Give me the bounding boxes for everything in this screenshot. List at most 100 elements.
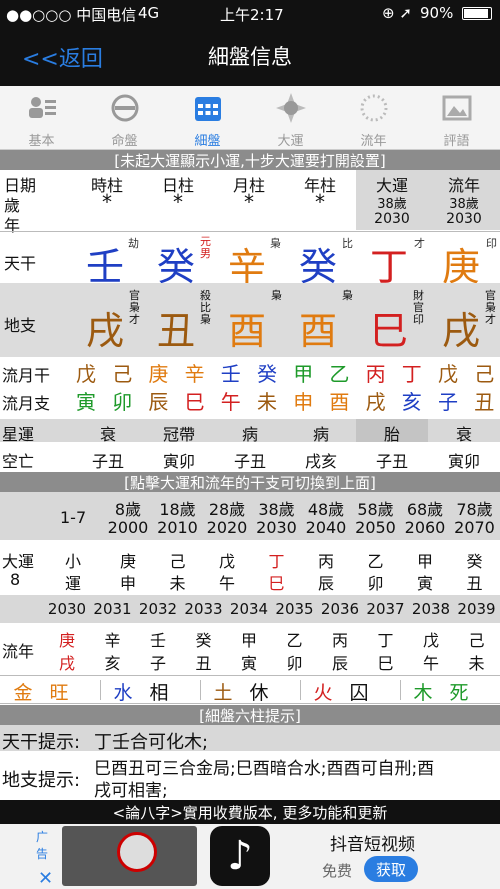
dayun-start-year: 2010 bbox=[157, 518, 198, 537]
liunian-year: 2034 bbox=[229, 600, 269, 618]
liuyue-stem: 己 bbox=[474, 362, 495, 386]
tab-detail[interactable]: 細盤 bbox=[166, 86, 249, 150]
liunian-branch[interactable]: 巳 bbox=[363, 650, 409, 674]
liunian-stem[interactable]: 癸 bbox=[181, 627, 227, 651]
dayun-branch-note: 財官印 bbox=[413, 289, 424, 326]
liunian-branch[interactable]: 子 bbox=[135, 650, 181, 674]
tab-basic[interactable]: 基本 bbox=[0, 86, 83, 150]
dayun-branch[interactable]: 巳 bbox=[364, 300, 414, 355]
tab-liunian[interactable]: 流年 bbox=[332, 86, 415, 150]
carrier: ●●○○○ 中国电信 bbox=[6, 6, 137, 24]
dayun-start-year: 2020 bbox=[206, 518, 248, 537]
get-button[interactable]: 获取 bbox=[364, 856, 418, 882]
liuyue-branch: 午 bbox=[220, 390, 241, 414]
liunian-year: 2037 bbox=[366, 600, 405, 618]
liunian-stem[interactable]: 戊 bbox=[408, 627, 454, 651]
liunian-year: 2030 bbox=[446, 211, 482, 227]
tab-label: 評語 bbox=[443, 134, 470, 149]
liunian-branch[interactable]: 戌 bbox=[436, 300, 486, 355]
dayun-stem[interactable]: 丁 bbox=[253, 548, 301, 572]
liunian-stem[interactable]: 辛 bbox=[90, 627, 136, 651]
liunian-branch[interactable]: 戌 bbox=[44, 650, 90, 674]
liuyue-stem: 己 bbox=[112, 362, 133, 386]
tab-chart[interactable]: 命盤 bbox=[83, 86, 166, 150]
dayun-stem[interactable]: 己 bbox=[154, 548, 202, 572]
tab-comment[interactable]: 評語 bbox=[415, 86, 498, 150]
dayun-branch[interactable]: 未 bbox=[154, 570, 202, 594]
dayun-branch[interactable]: 丑 bbox=[451, 570, 499, 594]
kongwang-value: 寅卯 bbox=[447, 452, 480, 471]
tab-label: 流年 bbox=[360, 134, 387, 149]
ad-banner[interactable]: 广告 ✕ ♪ 抖音短视频 免费 获取 bbox=[0, 824, 500, 889]
day-stem-note: 元男 bbox=[200, 235, 211, 260]
dayun-stem[interactable]: 丙 bbox=[302, 548, 350, 572]
dayun-stem[interactable]: 甲 bbox=[401, 548, 449, 572]
tab-bar: 基本 命盤 細盤 大運 流年 評語 bbox=[0, 86, 500, 150]
dayun-branch[interactable]: 巳 bbox=[253, 570, 301, 594]
liunian-year: 2039 bbox=[457, 600, 496, 618]
dayun-branch[interactable]: 辰 bbox=[302, 570, 350, 594]
liunian-branch[interactable]: 亥 bbox=[90, 650, 136, 674]
dayun-stem[interactable]: 庚 bbox=[104, 548, 152, 572]
picture-icon bbox=[442, 95, 472, 121]
xingyun-value: 衰 bbox=[99, 425, 116, 444]
dayun-age: 8歲 bbox=[114, 500, 142, 519]
liuyue-stem: 壬 bbox=[220, 362, 241, 386]
liunian-stem[interactable]: 丙 bbox=[317, 627, 363, 651]
divider bbox=[0, 703, 500, 704]
battery-icon bbox=[462, 7, 492, 20]
tab-dayun[interactable]: 大運 bbox=[249, 86, 332, 150]
wuxing-divider bbox=[400, 680, 401, 700]
wuxing-element: 木 bbox=[413, 682, 433, 704]
liunian-branch[interactable]: 午 bbox=[408, 650, 454, 674]
liunian-stem[interactable]: 丁 bbox=[363, 627, 409, 651]
liuyue-stem: 戊 bbox=[76, 362, 96, 386]
liuyue-stem: 辛 bbox=[184, 362, 205, 386]
liunian-stem[interactable]: 甲 bbox=[226, 627, 272, 651]
liunian-branch[interactable]: 辰 bbox=[317, 650, 363, 674]
xingyun-value: 冠帶 bbox=[162, 425, 195, 444]
dayun-branch[interactable]: 卯 bbox=[352, 570, 400, 594]
liuyue-branch: 申 bbox=[293, 390, 314, 414]
ad-image bbox=[62, 826, 197, 886]
liuyue-branch: 未 bbox=[257, 390, 277, 414]
liunian-stem[interactable]: 庚 bbox=[44, 627, 90, 651]
liuyue-gan-label: 流月干 bbox=[2, 366, 51, 385]
liunian-year: 2030 bbox=[47, 600, 87, 618]
dayun-stem[interactable]: 戊 bbox=[203, 548, 251, 572]
xiaoyun-char[interactable]: 運 bbox=[58, 570, 88, 594]
liunian-branch[interactable]: 丑 bbox=[181, 650, 227, 674]
kongwang-value: 子丑 bbox=[233, 452, 266, 471]
dayun-age: 48歲 bbox=[307, 500, 345, 519]
upgrade-banner[interactable]: <論八字>實用收費版本, 更多功能和更新 bbox=[0, 800, 500, 824]
liunian-stem[interactable]: 己 bbox=[454, 627, 500, 651]
month-branch-note: 梟 bbox=[271, 289, 282, 302]
close-icon[interactable]: ✕ bbox=[38, 868, 53, 889]
xiaoyun-char[interactable]: 小 bbox=[58, 548, 88, 572]
dayun-age: 38歲 bbox=[377, 197, 407, 212]
clock: 上午2:17 bbox=[220, 6, 284, 24]
liuyue-stem: 丙 bbox=[365, 362, 386, 386]
ad-free: 免费 bbox=[322, 862, 353, 880]
dayun-branch[interactable]: 寅 bbox=[401, 570, 449, 594]
liunian-year: 2036 bbox=[320, 600, 360, 618]
liunian-stem[interactable]: 乙 bbox=[272, 627, 318, 651]
dayun-year: 2030 bbox=[374, 211, 410, 227]
liunian-stem[interactable]: 壬 bbox=[135, 627, 181, 651]
liunian-branch[interactable]: 卯 bbox=[272, 650, 318, 674]
liuyue-branch: 酉 bbox=[329, 390, 350, 414]
ad-title: 抖音短视频 bbox=[330, 835, 415, 855]
month-branch: 酉 bbox=[227, 309, 266, 353]
liuyue-stem: 甲 bbox=[293, 362, 314, 386]
kongwang-label: 空亡 bbox=[2, 452, 35, 471]
liunian-branch[interactable]: 未 bbox=[454, 650, 500, 674]
lock-rotation-icon: ⊕ ➚ bbox=[382, 4, 412, 22]
dayun-branch[interactable]: 申 bbox=[104, 570, 152, 594]
dayun-stem[interactable]: 乙 bbox=[352, 548, 400, 572]
dayun-branch[interactable]: 午 bbox=[203, 570, 251, 594]
liuyue-stem: 乙 bbox=[329, 362, 350, 386]
dayun-stem[interactable]: 癸 bbox=[451, 548, 499, 572]
star-mark: * bbox=[244, 190, 254, 214]
wuxing-divider bbox=[200, 680, 201, 700]
liunian-branch[interactable]: 寅 bbox=[226, 650, 272, 674]
